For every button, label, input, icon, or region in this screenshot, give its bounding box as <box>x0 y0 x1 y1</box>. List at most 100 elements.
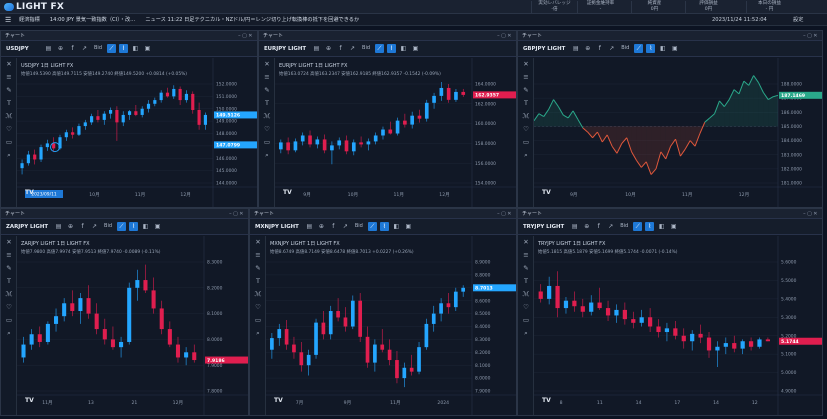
screenshot-icon[interactable]: ◧ <box>141 222 150 231</box>
pattern-icon[interactable]: ℳ <box>518 110 534 123</box>
window-layout-icon[interactable]: ▣ <box>670 44 679 53</box>
pattern-icon[interactable]: ℳ <box>250 288 266 301</box>
symbol-selector[interactable]: GBPJPY LIGHT <box>520 44 568 54</box>
favorite-icon[interactable]: ♡ <box>1 301 17 314</box>
trend-icon[interactable]: ↗ <box>341 222 350 231</box>
text-icon[interactable]: T <box>1 275 17 288</box>
trendline-icon[interactable]: ≡ <box>250 249 266 262</box>
screenshot-icon[interactable]: ◧ <box>399 44 408 53</box>
ruler-icon[interactable]: ▭ <box>1 314 17 327</box>
crosshair-icon[interactable]: ✕ <box>1 58 17 71</box>
favorite-icon[interactable]: ♡ <box>250 301 266 314</box>
symbol-selector[interactable]: USDJPY <box>3 44 41 54</box>
news-ticker[interactable]: ニュース 11:22 日足テクニカル・NZドル/円＝レンジ切り上げ転換棒の抵下を… <box>140 16 364 23</box>
close-icon[interactable]: ✕ <box>813 33 819 39</box>
pattern-icon[interactable]: ℳ <box>518 288 534 301</box>
zoom-icon[interactable]: ⌕ <box>250 327 266 340</box>
window-layout-icon[interactable]: ▣ <box>143 44 152 53</box>
screenshot-icon[interactable]: ◧ <box>657 222 666 231</box>
window-layout-icon[interactable]: ▣ <box>153 222 162 231</box>
trendline-icon[interactable]: ≡ <box>1 249 17 262</box>
close-icon[interactable]: ✕ <box>507 211 513 217</box>
brush-icon[interactable]: ✎ <box>1 84 17 97</box>
trend-icon[interactable]: ↗ <box>80 44 89 53</box>
line-chart-icon[interactable]: ⟋ <box>633 222 643 231</box>
candle-chart-icon[interactable]: ⌇ <box>645 222 655 231</box>
favorite-icon[interactable]: ♡ <box>1 123 17 136</box>
brush-icon[interactable]: ✎ <box>250 262 266 275</box>
candle-chart-icon[interactable]: ⌇ <box>119 44 128 53</box>
brush-icon[interactable]: ✎ <box>518 262 534 275</box>
text-icon[interactable]: T <box>1 97 17 110</box>
text-icon[interactable]: T <box>518 97 534 110</box>
candle-chart-icon[interactable]: ⌇ <box>646 44 656 53</box>
symbol-selector[interactable]: TRYJPY LIGHT <box>520 222 567 232</box>
trendline-icon[interactable]: ≡ <box>518 249 534 262</box>
text-icon[interactable]: T <box>259 97 275 110</box>
zoom-icon[interactable]: ⌕ <box>259 149 275 162</box>
favorite-icon[interactable]: ♡ <box>518 123 534 136</box>
window-layout-icon[interactable]: ▣ <box>411 44 420 53</box>
close-icon[interactable]: ✕ <box>239 211 245 217</box>
function-icon[interactable]: f <box>329 222 338 231</box>
pattern-icon[interactable]: ℳ <box>259 110 275 123</box>
line-chart-icon[interactable]: ⟋ <box>634 44 644 53</box>
pattern-icon[interactable]: ℳ <box>1 288 17 301</box>
indicator-icon[interactable]: ▤ <box>570 222 579 231</box>
brush-icon[interactable]: ✎ <box>518 84 534 97</box>
crosshair-icon[interactable]: ✕ <box>518 58 534 71</box>
price-type-bid-button[interactable]: Bid <box>92 44 104 53</box>
chart-area[interactable]: 188.0000 187.0000 186.0000 185.0000 184.0000… <box>534 58 822 207</box>
zoom-icon[interactable]: ⌕ <box>1 149 17 162</box>
line-chart-icon[interactable]: ⟋ <box>375 44 385 53</box>
symbol-selector[interactable]: ZARJPY LIGHT <box>3 222 51 232</box>
function-icon[interactable]: f <box>595 44 604 53</box>
symbol-selector[interactable]: EURJPY LIGHT <box>261 44 309 54</box>
zoom-icon[interactable]: ⌕ <box>518 149 534 162</box>
chart-area[interactable]: 164.0000 162.0000 160.0000 158.0000 156.0000… <box>275 58 516 207</box>
line-chart-icon[interactable]: ⟋ <box>107 44 116 53</box>
add-compare-icon[interactable]: ⊕ <box>317 222 326 231</box>
text-icon[interactable]: T <box>250 275 266 288</box>
screenshot-icon[interactable]: ◧ <box>392 222 401 231</box>
economic-indicators-button[interactable]: 経済指標 <box>14 16 45 23</box>
indicator-icon[interactable]: ▤ <box>44 44 53 53</box>
indicator-icon[interactable]: ▤ <box>312 44 321 53</box>
price-type-bid-button[interactable]: Bid <box>618 222 630 231</box>
indicator-icon[interactable]: ▤ <box>305 222 314 231</box>
function-icon[interactable]: f <box>336 44 345 53</box>
trendline-icon[interactable]: ≡ <box>1 71 17 84</box>
add-compare-icon[interactable]: ⊕ <box>66 222 75 231</box>
zoom-icon[interactable]: ⌕ <box>518 327 534 340</box>
crosshair-icon[interactable]: ✕ <box>259 58 275 71</box>
trend-icon[interactable]: ↗ <box>90 222 99 231</box>
pattern-icon[interactable]: ℳ <box>1 110 17 123</box>
crosshair-icon[interactable]: ✕ <box>518 236 534 249</box>
candle-chart-icon[interactable]: ⌇ <box>129 222 139 231</box>
close-icon[interactable]: ✕ <box>813 211 819 217</box>
crosshair-icon[interactable]: ✕ <box>1 236 17 249</box>
chart-area[interactable]: 8.3000 8.2000 8.1000 8.0000 7.9000 7.8000 11月 1… <box>17 236 248 415</box>
chart-area[interactable]: 152.0000 151.0000 150.0000 149.0000 148.0000… <box>17 58 257 207</box>
ruler-icon[interactable]: ▭ <box>518 314 534 327</box>
line-chart-icon[interactable]: ⟋ <box>117 222 127 231</box>
add-compare-icon[interactable]: ⊕ <box>56 44 65 53</box>
favorite-icon[interactable]: ♡ <box>518 301 534 314</box>
settings-button[interactable]: 設定 <box>793 16 803 23</box>
trend-icon[interactable]: ↗ <box>607 44 616 53</box>
brush-icon[interactable]: ✎ <box>259 84 275 97</box>
close-icon[interactable]: ✕ <box>507 33 513 39</box>
trendline-icon[interactable]: ≡ <box>518 71 534 84</box>
chart-area[interactable]: 5.6000 5.5000 5.4000 5.3000 5.2000 5.1000 5.00… <box>534 236 822 415</box>
indicator-icon[interactable]: ▤ <box>54 222 63 231</box>
ruler-icon[interactable]: ▭ <box>259 136 275 149</box>
ruler-icon[interactable]: ▭ <box>1 136 17 149</box>
function-icon[interactable]: f <box>68 44 77 53</box>
trendline-icon[interactable]: ≡ <box>259 71 275 84</box>
trend-icon[interactable]: ↗ <box>348 44 357 53</box>
candle-chart-icon[interactable]: ⌇ <box>379 222 389 231</box>
add-compare-icon[interactable]: ⊕ <box>582 222 591 231</box>
trend-icon[interactable]: ↗ <box>606 222 615 231</box>
economic-indicator-ticker[interactable]: 14:00 JPY 景気一致指数（CI）・改… <box>45 16 141 23</box>
brush-icon[interactable]: ✎ <box>1 262 17 275</box>
